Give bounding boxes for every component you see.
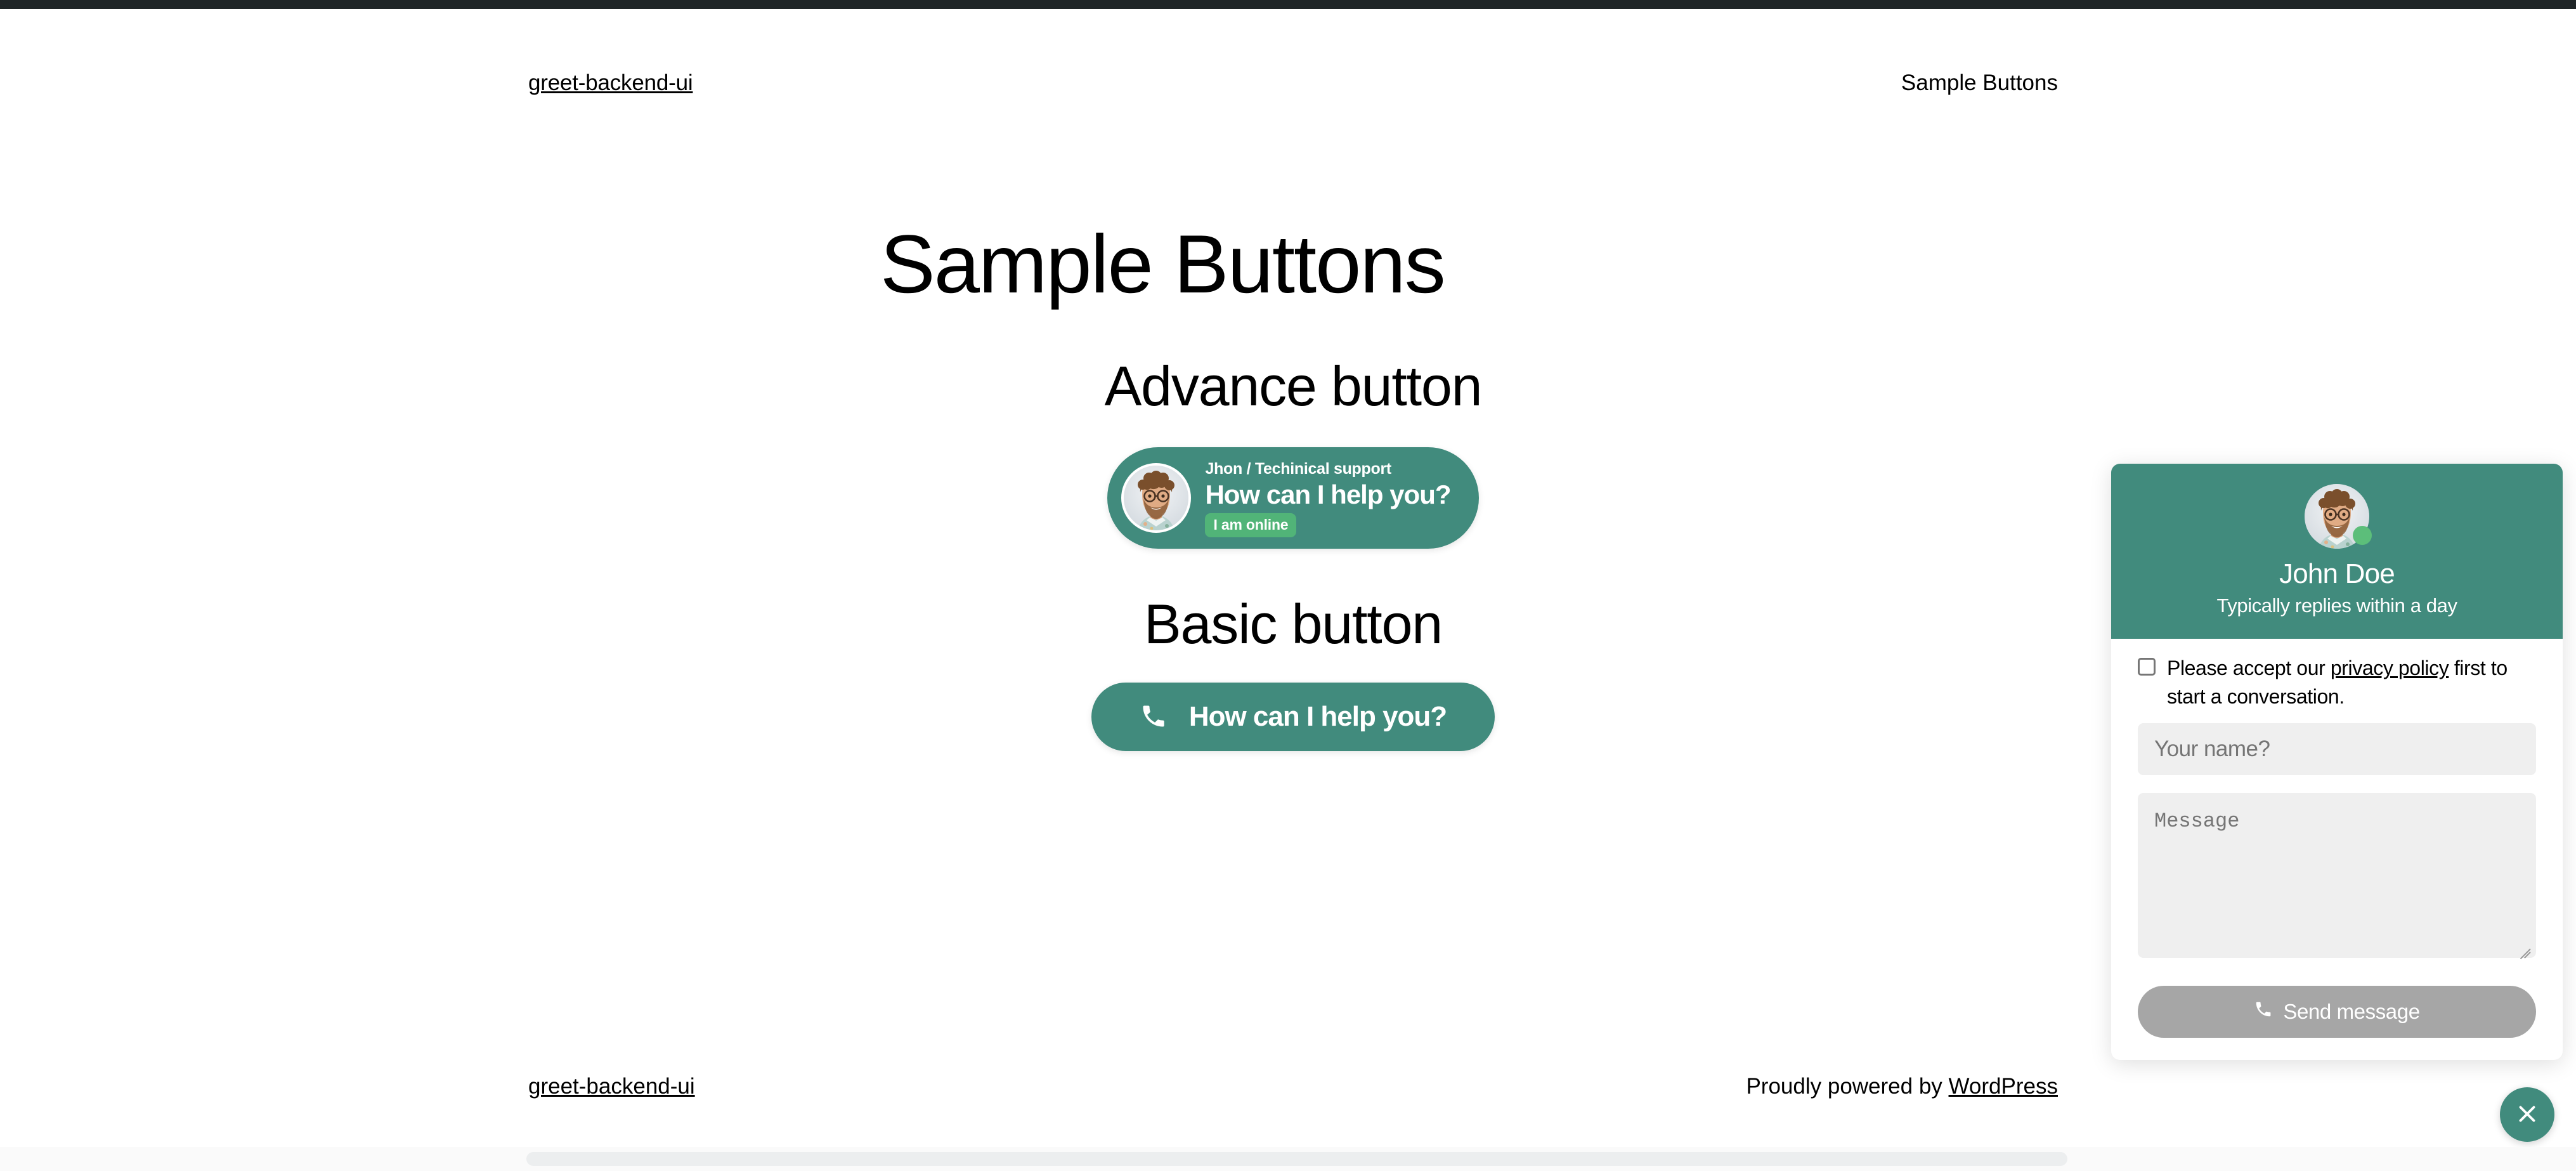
chat-avatar-holder: [2305, 484, 2372, 549]
chat-agent-name: John Doe: [2279, 558, 2395, 589]
privacy-consent-checkbox[interactable]: [2138, 658, 2156, 676]
privacy-policy-link[interactable]: privacy policy: [2331, 657, 2449, 679]
site-title-link[interactable]: greet-backend-ui: [528, 70, 693, 96]
basic-chat-button[interactable]: How can I help you?: [1091, 683, 1495, 752]
basic-button-row: How can I help you?: [528, 683, 2058, 752]
browser-top-edge: [0, 0, 2576, 9]
advance-button-text: Jhon / Techinical support How can I help…: [1205, 459, 1452, 537]
horizontal-scrollbar-thumb[interactable]: [526, 1152, 2067, 1166]
footer-site-title-link[interactable]: greet-backend-ui: [528, 1074, 695, 1099]
nav-item-sample-buttons[interactable]: Sample Buttons: [1901, 70, 2058, 95]
site-footer: greet-backend-ui Proudly powered by Word…: [528, 1070, 2058, 1104]
close-icon: [2514, 1101, 2540, 1129]
send-message-button[interactable]: Send message: [2138, 985, 2536, 1038]
wordpress-link[interactable]: WordPress: [1949, 1074, 2058, 1099]
footer-credit: Proudly powered by WordPress: [1746, 1074, 2058, 1099]
send-message-label: Send message: [2283, 999, 2420, 1023]
section-heading-advance: Advance button: [1104, 354, 1483, 417]
footer-credit-prefix: Proudly powered by: [1746, 1074, 1949, 1099]
agent-avatar-photo-icon: [1121, 462, 1192, 533]
privacy-consent-text: Please accept our privacy policy first t…: [2167, 654, 2536, 710]
phone-icon: [1140, 702, 1168, 732]
page-title: Sample Buttons: [880, 218, 1446, 310]
online-dot-icon: [2353, 526, 2372, 545]
chat-launcher-close-button[interactable]: [2500, 1087, 2554, 1142]
advance-button-row: Jhon / Techinical support How can I help…: [528, 447, 2058, 549]
advance-chat-button[interactable]: Jhon / Techinical support How can I help…: [1107, 447, 1479, 549]
main-content: Sample Buttons Advance button Jhon / Tec…: [528, 218, 2058, 752]
chat-agent-status: Typically replies within a day: [2216, 594, 2457, 617]
section-heading-basic: Basic button: [1144, 592, 1443, 655]
phone-icon: [2254, 1000, 2273, 1024]
horizontal-scrollbar[interactable]: [0, 1147, 2576, 1171]
message-input-holder: [2138, 792, 2536, 959]
site-header: greet-backend-ui Sample Buttons: [528, 66, 2058, 100]
consent-text-before: Please accept our: [2167, 657, 2331, 680]
status-badge: I am online: [1205, 513, 1297, 537]
advance-prompt-message: How can I help you?: [1205, 479, 1451, 509]
primary-navigation: Sample Buttons: [1901, 70, 2058, 96]
privacy-consent-row: Please accept our privacy policy first t…: [2138, 654, 2536, 710]
chat-widget-body: Please accept our privacy policy first t…: [2111, 639, 2563, 1038]
basic-button-label: How can I help you?: [1188, 701, 1447, 733]
chat-widget-header: John Doe Typically replies within a day: [2111, 464, 2563, 639]
message-input[interactable]: [2138, 792, 2536, 958]
chat-widget-panel: John Doe Typically replies within a day …: [2111, 464, 2563, 1060]
advance-agent-role: Jhon / Techinical support: [1205, 459, 1391, 478]
page-canvas: greet-backend-ui Sample Buttons Sample B…: [0, 9, 2576, 1171]
name-input[interactable]: [2138, 723, 2536, 775]
